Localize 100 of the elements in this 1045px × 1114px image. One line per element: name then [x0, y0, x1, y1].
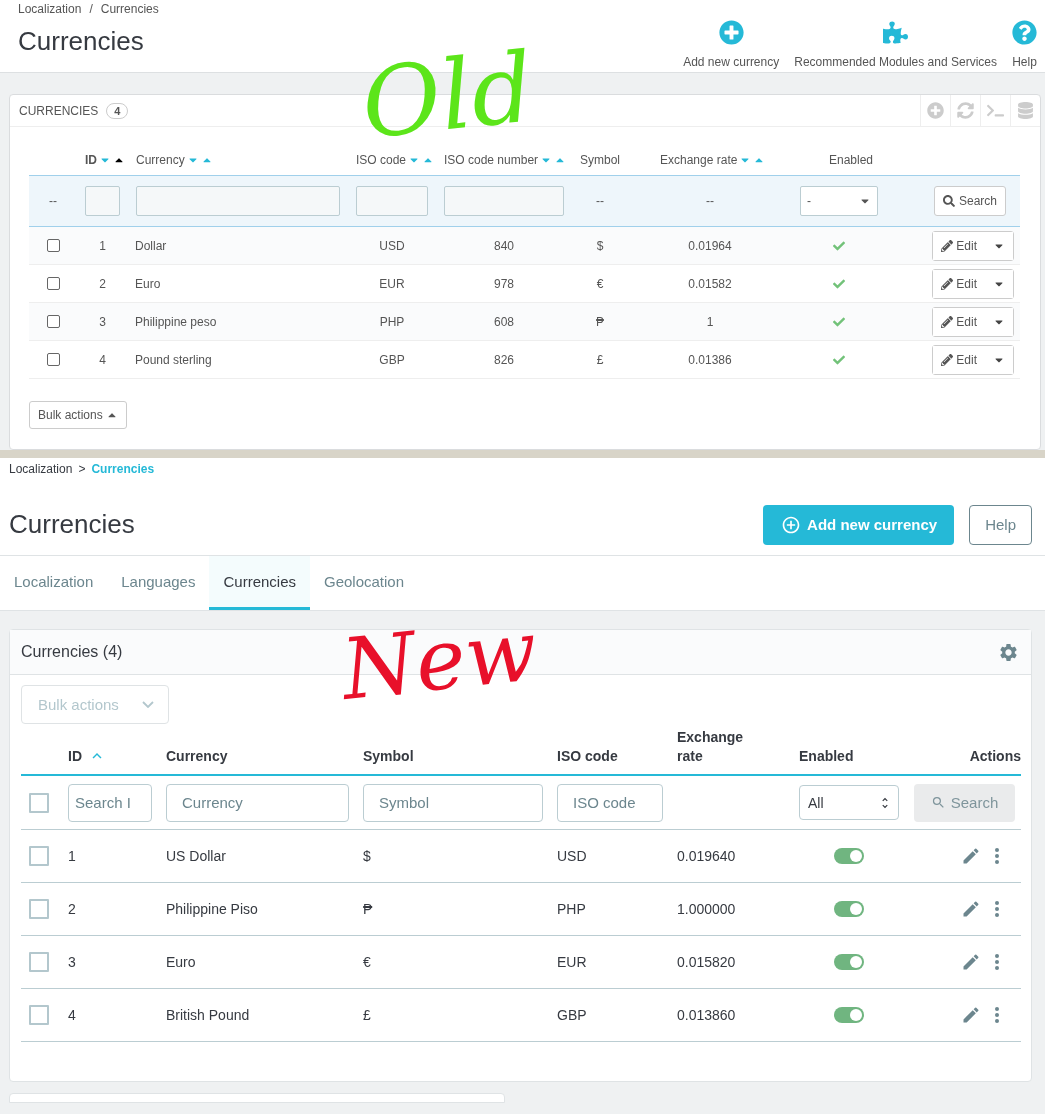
- table-cell: 2: [68, 901, 76, 917]
- table-cell: GBP: [557, 1007, 587, 1023]
- table-cell: 3: [99, 314, 106, 329]
- filter-cell: --: [628, 175, 792, 227]
- pencil-icon: [961, 1005, 981, 1025]
- table-cell: 0.01582: [688, 276, 732, 291]
- edit-button[interactable]: [961, 1005, 981, 1025]
- tab[interactable]: Localization: [0, 556, 108, 610]
- check-icon[interactable]: [833, 239, 845, 252]
- table-cell: 1: [706, 314, 714, 329]
- dropdown-button[interactable]: [985, 231, 1013, 260]
- row-checkbox[interactable]: [46, 277, 60, 290]
- column-header: Enabled: [799, 747, 854, 766]
- table-cell: 4: [99, 352, 106, 367]
- search-button[interactable]: Search: [933, 186, 1006, 216]
- pencil-icon: [941, 353, 954, 366]
- breadcrumb-separator: >: [78, 462, 86, 476]
- breadcrumb-current: Currencies: [91, 462, 155, 476]
- table-cell: 0.01964: [688, 238, 732, 253]
- enabled-switch[interactable]: [834, 848, 864, 864]
- edit-button[interactable]: [961, 952, 981, 972]
- enabled-switch[interactable]: [834, 1007, 864, 1023]
- table-cell: ₱: [596, 314, 604, 329]
- more-button[interactable]: [995, 848, 999, 864]
- filter-input[interactable]: [356, 186, 428, 216]
- enabled-switch[interactable]: [834, 954, 864, 970]
- filter-input[interactable]: [444, 186, 564, 216]
- table-cell: 2: [99, 276, 106, 291]
- tab[interactable]: Languages: [107, 556, 210, 610]
- search-icon: [942, 195, 955, 207]
- page-title: Currencies: [9, 509, 135, 540]
- table-cell: 826: [494, 352, 514, 367]
- more-icon: [995, 901, 999, 917]
- toolbar-link[interactable]: Recommended Modules and Services: [794, 20, 997, 72]
- filter-input[interactable]: [136, 186, 340, 216]
- breadcrumb-current: Currencies: [100, 2, 159, 16]
- more-icon: [995, 954, 999, 970]
- toolbar-link[interactable]: Help: [1012, 20, 1037, 72]
- check-icon[interactable]: [833, 315, 845, 328]
- column-header: ID: [68, 747, 82, 766]
- card-title: Currencies (4): [21, 643, 123, 661]
- row-checkbox[interactable]: [29, 846, 49, 866]
- table-cell: Philippine peso: [135, 314, 217, 329]
- dropdown-button[interactable]: [985, 307, 1013, 336]
- column-header: Exchange rate: [677, 728, 745, 766]
- filter-input[interactable]: Currency: [166, 783, 349, 822]
- edit-button[interactable]: Edit: [933, 307, 985, 336]
- enabled-switch[interactable]: [834, 901, 864, 917]
- table-cell: PHP: [557, 901, 586, 917]
- filter-cell: --: [29, 175, 77, 227]
- edit-button[interactable]: [961, 899, 981, 919]
- more-button[interactable]: [995, 901, 999, 917]
- row-checkbox[interactable]: [46, 239, 60, 252]
- edit-button[interactable]: [961, 846, 981, 866]
- pencil-icon: [961, 952, 981, 972]
- bulk-actions-button[interactable]: Bulk actions: [29, 401, 127, 429]
- row-checkbox[interactable]: [29, 952, 49, 972]
- table-cell: Euro: [166, 954, 196, 970]
- filter-input[interactable]: ISO code: [557, 783, 663, 822]
- enabled-filter-select[interactable]: All: [799, 785, 899, 820]
- row-checkbox[interactable]: [46, 353, 60, 366]
- panel-title: CURRENCIES: [19, 103, 99, 118]
- row-checkbox[interactable]: [29, 899, 49, 919]
- more-button[interactable]: [995, 954, 999, 970]
- tab[interactable]: Currencies: [209, 556, 310, 610]
- tab[interactable]: Geolocation: [310, 556, 419, 610]
- toolbar-link[interactable]: Add new currency: [683, 20, 780, 72]
- column-header: Currency: [166, 747, 228, 766]
- table-cell: £: [363, 1007, 371, 1023]
- table-cell: 978: [494, 276, 514, 291]
- settings-button[interactable]: [998, 641, 1019, 663]
- filter-input[interactable]: Search I: [68, 783, 152, 822]
- more-icon: [995, 1007, 999, 1023]
- column-header: Currency: [136, 153, 185, 167]
- row-checkbox[interactable]: [46, 315, 60, 328]
- filter-input[interactable]: [85, 186, 120, 216]
- table-cell: 608: [494, 314, 514, 329]
- help-button[interactable]: Help: [969, 504, 1032, 545]
- more-icon: [995, 848, 999, 864]
- breadcrumb-separator: /: [89, 2, 93, 16]
- breadcrumb-link[interactable]: Localization: [18, 2, 82, 16]
- breadcrumb-link[interactable]: Localization: [9, 462, 73, 476]
- check-icon[interactable]: [833, 277, 845, 290]
- pencil-icon: [961, 846, 981, 866]
- more-button[interactable]: [995, 1007, 999, 1023]
- pencil-icon: [961, 899, 981, 919]
- edit-button[interactable]: Edit: [933, 231, 985, 260]
- check-icon[interactable]: [833, 353, 845, 366]
- filter-input[interactable]: Symbol: [363, 783, 543, 822]
- table-cell: 1: [99, 238, 106, 253]
- row-checkbox[interactable]: [29, 1005, 49, 1025]
- chevron-down-icon: [142, 701, 154, 708]
- enabled-filter-select[interactable]: -: [800, 186, 878, 216]
- select-all-checkbox[interactable]: [29, 792, 49, 813]
- add-icon: [927, 102, 944, 119]
- table-cell: US Dollar: [166, 848, 226, 864]
- table-cell: GBP: [379, 352, 405, 367]
- table-cell: PHP: [379, 314, 405, 329]
- column-header: Symbol: [580, 153, 620, 167]
- table-cell: €: [363, 954, 371, 970]
